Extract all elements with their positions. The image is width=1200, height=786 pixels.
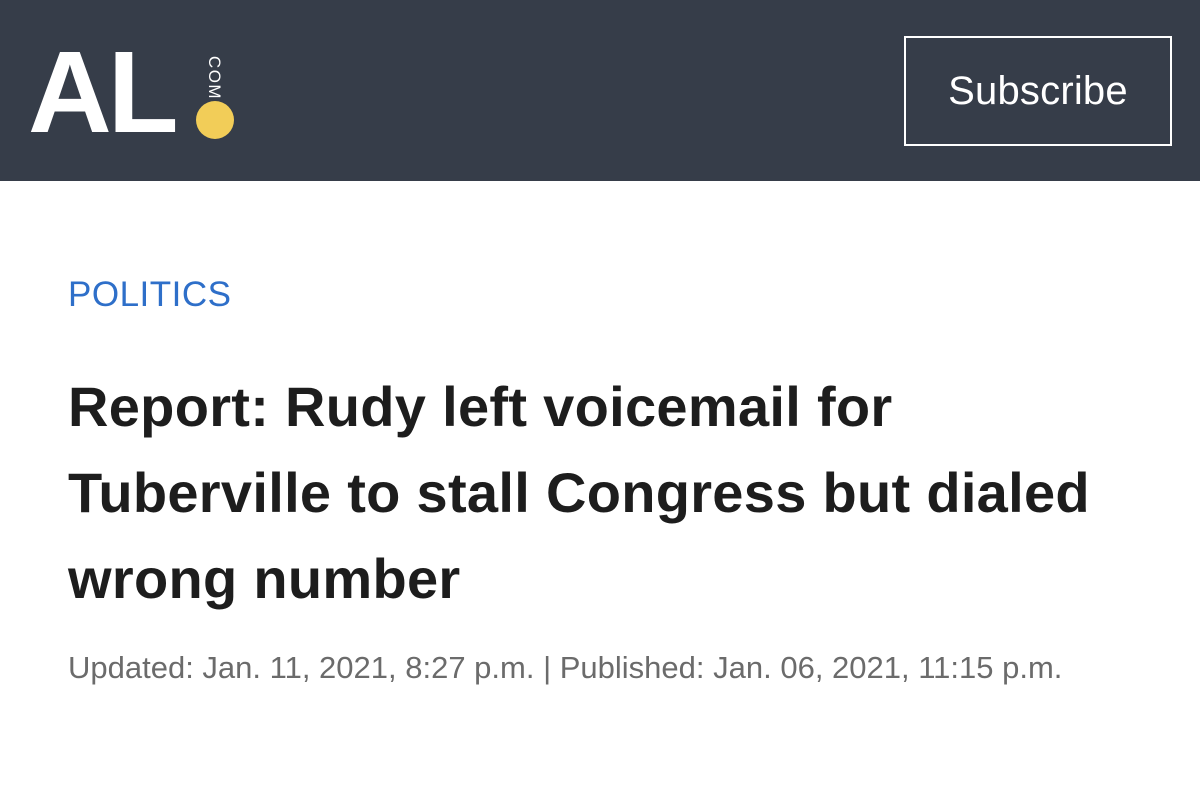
site-header: AL COM Subscribe	[0, 0, 1200, 181]
logo-suffix-text: COM	[205, 56, 224, 100]
al-com-logo[interactable]: AL COM	[28, 32, 248, 147]
logo-dot	[196, 101, 234, 139]
article-timestamp: Updated: Jan. 11, 2021, 8:27 p.m. | Publ…	[68, 650, 1063, 685]
logo-main-text: AL	[28, 32, 176, 147]
subscribe-button[interactable]: Subscribe	[904, 36, 1172, 146]
logo-graphic: AL COM	[28, 32, 234, 147]
article-headline: Report: Rudy left voicemail for Tubervil…	[68, 375, 1090, 610]
section-label[interactable]: POLITICS	[68, 275, 231, 315]
